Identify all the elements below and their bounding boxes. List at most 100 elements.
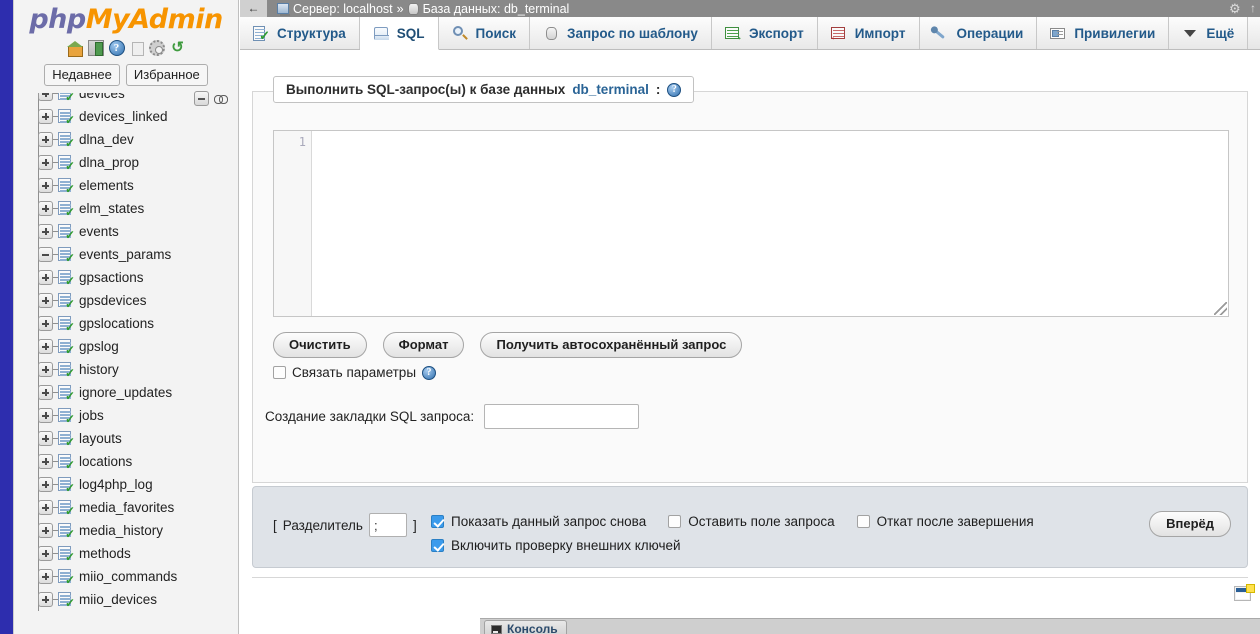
breadcrumb-actions: ⚙ ↑ [1229,0,1256,17]
bookmark-name-input[interactable] [484,404,640,429]
tree-item-label: elements [79,178,134,193]
reload-icon[interactable]: ↺ [170,40,186,56]
open-in-new-window-icon[interactable] [1234,584,1255,604]
expand-icon[interactable] [38,293,53,308]
database-tree[interactable]: ✓ devices ✓ devices_linked ✓ dlna_dev ✓ dlna_pr… [14,93,238,634]
home-icon[interactable] [66,40,83,57]
tree-item-dlna_dev[interactable]: ✓ dlna_dev [32,128,238,151]
breadcrumb-database[interactable]: База данных: db_terminal [423,2,570,16]
expand-icon[interactable] [38,408,53,423]
tree-item-miio_commands[interactable]: ✓ miio_commands [32,565,238,588]
expand-icon[interactable] [38,109,53,124]
expand-icon[interactable] [38,500,53,515]
expand-icon[interactable] [38,431,53,446]
tab-экспорт[interactable]: → Экспорт [711,17,818,49]
expand-icon[interactable] [38,270,53,285]
go-button[interactable]: Вперёд [1149,511,1231,537]
recent-button[interactable]: Недавнее [44,64,120,86]
editor-resize-handle[interactable] [1214,302,1227,315]
favorites-button[interactable]: Избранное [125,64,208,86]
expand-icon[interactable] [38,155,53,170]
expand-icon[interactable] [38,201,53,216]
expand-icon[interactable] [38,362,53,377]
tree-item-dlna_prop[interactable]: ✓ dlna_prop [32,151,238,174]
expand-icon[interactable] [38,224,53,239]
table-icon: ✓ [58,132,75,149]
tree-item-history[interactable]: ✓ history [32,358,238,381]
logout-icon[interactable] [87,40,104,56]
tab-запрос-по-шаблону[interactable]: Запрос по шаблону [530,17,712,49]
tree-item-media_favorites[interactable]: ✓ media_favorites [32,496,238,519]
clear-button[interactable]: Очистить [273,332,367,358]
tree-item-elm_states[interactable]: ✓ elm_states [32,197,238,220]
expand-icon[interactable] [38,592,53,607]
tree-item-devices_linked[interactable]: ✓ devices_linked [32,105,238,128]
tree-item-devices[interactable]: ✓ devices [32,93,238,105]
phpmyadmin-logo[interactable]: phpMyAdmin [14,0,238,35]
tree-item-log4php_log[interactable]: ✓ log4php_log [32,473,238,496]
tree-item-locations[interactable]: ✓ locations [32,450,238,473]
back-button[interactable]: ← [240,0,268,17]
foreign-key-checks-checkbox[interactable] [431,538,444,552]
collapse-navigation-icon[interactable]: ↑ [1250,2,1256,15]
tree-item-elements[interactable]: ✓ elements [32,174,238,197]
option-retain-query-box[interactable]: Оставить поле запроса [668,514,835,529]
expand-icon[interactable] [38,339,53,354]
tab-привилегии[interactable]: Привилегии [1037,17,1170,49]
expand-icon[interactable] [38,454,53,469]
tab-поиск[interactable]: Поиск [438,17,531,49]
expand-icon[interactable] [38,178,53,193]
sql-help-icon[interactable]: ? [667,82,682,97]
tree-item-events[interactable]: ✓ events [32,220,238,243]
tree-item-methods[interactable]: ✓ methods [32,542,238,565]
console-toggle[interactable]: Консоль [484,620,567,634]
tab-ещё[interactable]: Ещё [1169,17,1249,49]
legend-prefix: Выполнить SQL-запрос(ы) к базе данных [286,82,566,97]
expand-icon[interactable] [38,93,53,101]
tree-item-miio_devices[interactable]: ✓ miio_devices [32,588,238,611]
option-rollback-when-finished[interactable]: Откат после завершения [856,514,1034,529]
tree-item-jobs[interactable]: ✓ jobs [32,404,238,427]
settings-gear-icon[interactable] [148,40,165,56]
expand-icon[interactable] [38,385,53,400]
option-show-query-again[interactable]: Показать данный запрос снова [431,514,646,529]
expand-icon[interactable] [38,523,53,538]
option-enable-foreign-key-checks[interactable]: Включить проверку внешних ключей [431,538,681,553]
expand-icon[interactable] [38,546,53,561]
table-icon: ✓ [58,316,75,333]
format-button[interactable]: Формат [382,332,465,358]
tree-item-media_history[interactable]: ✓ media_history [32,519,238,542]
tree-item-label: dlna_dev [79,132,134,147]
bind-parameters-help-icon[interactable]: ? [422,365,437,380]
tree-item-gpsdevices[interactable]: ✓ gpsdevices [32,289,238,312]
tree-item-ignore_updates[interactable]: ✓ ignore_updates [32,381,238,404]
settings-gear-icon-top[interactable]: ⚙ [1229,2,1242,15]
tab-операции[interactable]: Операции [919,17,1038,49]
bind-parameters-checkbox[interactable] [273,366,286,379]
tab-структура[interactable]: ✓ Структура [240,17,360,49]
rollback-checkbox[interactable] [856,514,870,528]
tab-sql[interactable]: SQL [359,17,439,50]
tree-item-layouts[interactable]: ✓ layouts [32,427,238,450]
tree-item-gpslocations[interactable]: ✓ gpslocations [32,312,238,335]
sql-panel-legend: Выполнить SQL-запрос(ы) к базе данных db… [273,76,695,103]
tab-импорт[interactable]: ← Импорт [817,17,920,49]
expand-icon[interactable] [38,316,53,331]
tree-item-gpslog[interactable]: ✓ gpslog [32,335,238,358]
help-docs-icon[interactable]: ? [108,40,125,56]
retain-query-box-checkbox[interactable] [668,514,682,528]
expand-icon[interactable] [38,569,53,584]
tree-item-gpsactions[interactable]: ✓ gpsactions [32,266,238,289]
show-query-again-checkbox[interactable] [431,514,444,528]
table-icon: ✓ [58,477,75,494]
expand-icon[interactable] [38,477,53,492]
expand-icon[interactable] [38,132,53,147]
delimiter-input[interactable] [368,513,407,537]
get-autosaved-query-button[interactable]: Получить автосохранённый запрос [480,332,743,358]
tree-item-events_params[interactable]: ✓ events_params [32,243,238,266]
breadcrumb-server[interactable]: Сервер: localhost [293,2,393,16]
copy-doc-icon[interactable] [131,41,144,56]
sql-editor[interactable]: 1 [273,130,1229,317]
sql-query-textarea[interactable] [312,131,1228,316]
collapse-icon[interactable] [38,247,53,262]
